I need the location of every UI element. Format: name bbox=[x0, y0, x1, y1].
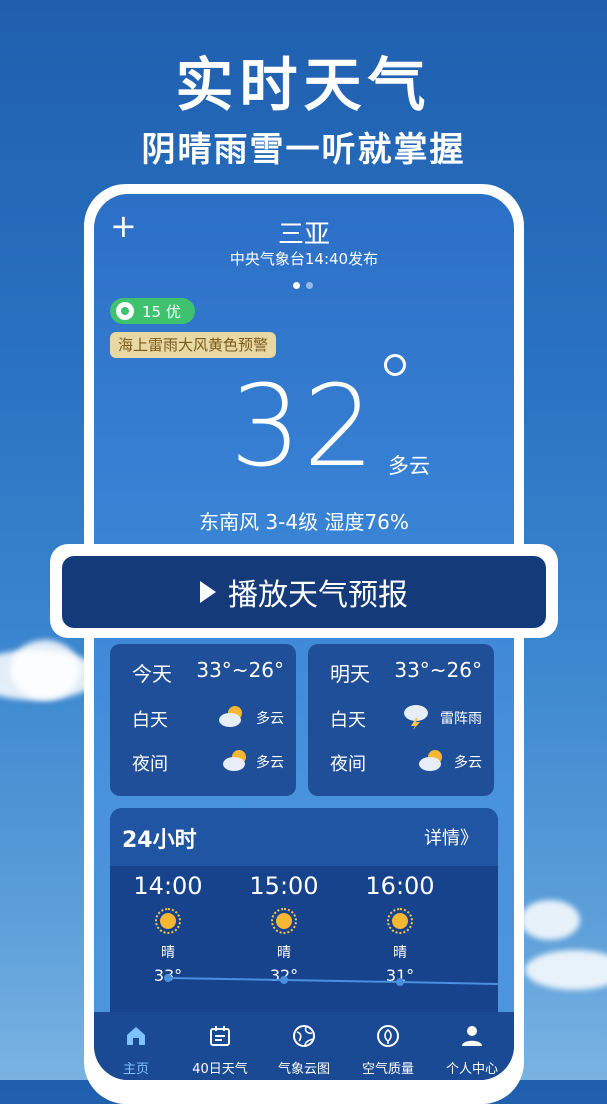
promo-title: 实时天气 bbox=[175, 51, 432, 119]
hour-time: 16:00 bbox=[365, 872, 435, 900]
play-icon bbox=[200, 581, 216, 603]
weather-warning-badge[interactable]: 海上雷雨大风黄色预警 bbox=[110, 332, 277, 358]
day-name: 今天 bbox=[132, 662, 172, 686]
tab-40day[interactable]: 40日天气 bbox=[178, 1012, 262, 1080]
night-label: 夜间 bbox=[330, 754, 366, 775]
sun-icon bbox=[387, 908, 413, 934]
page-dot bbox=[306, 282, 313, 289]
tab-label: 主页 bbox=[122, 1062, 149, 1077]
sun-icon bbox=[271, 908, 297, 934]
hour-weather: 晴 bbox=[277, 945, 291, 961]
play-forecast-button[interactable]: 播放天气预报 bbox=[62, 556, 546, 628]
day-label: 白天 bbox=[330, 710, 366, 731]
earth-icon bbox=[116, 302, 134, 320]
publish-info: 中央气象台14:40发布 bbox=[229, 250, 379, 268]
partly-cloudy-icon bbox=[419, 750, 442, 771]
tab-profile[interactable]: 个人中心 bbox=[430, 1012, 514, 1080]
aqi-value: 15 优 bbox=[142, 302, 181, 321]
sun-icon bbox=[155, 908, 181, 934]
tab-air-quality[interactable]: 空气质量 bbox=[346, 1012, 430, 1080]
aqi-badge[interactable]: 15 优 bbox=[110, 298, 195, 324]
leaf-icon bbox=[377, 1025, 399, 1047]
tab-home[interactable]: 主页 bbox=[94, 1012, 178, 1080]
hour-item-partial: 1 bbox=[458, 866, 498, 900]
calendar-icon bbox=[210, 1026, 230, 1046]
background-cloud bbox=[525, 950, 607, 990]
tab-label: 气象云图 bbox=[277, 1062, 330, 1077]
hourly-header: 24小时 详情》 bbox=[110, 808, 498, 866]
partly-cloudy-icon bbox=[223, 750, 246, 771]
person-icon bbox=[462, 1026, 482, 1046]
tab-label: 个人中心 bbox=[445, 1062, 498, 1077]
tomorrow-card[interactable]: 明天 33°~26° 白天 雷阵雨 夜间 多云 bbox=[308, 644, 494, 796]
home-icon bbox=[127, 1027, 145, 1045]
hourly-details-link[interactable]: 详情》 bbox=[424, 824, 478, 850]
today-card[interactable]: 今天 33°~26° 白天 多云 夜间 多云 bbox=[110, 644, 296, 796]
hourly-title: 24小时 bbox=[122, 828, 197, 853]
page-dot-active bbox=[293, 282, 300, 289]
trend-point bbox=[396, 978, 404, 986]
tab-label: 40日天气 bbox=[192, 1062, 248, 1077]
wind-humidity: 东南风 3-4级 湿度76% bbox=[199, 510, 409, 534]
globe-icon bbox=[293, 1025, 315, 1047]
hour-weather: 晴 bbox=[161, 945, 175, 961]
city-name[interactable]: 三亚 bbox=[94, 214, 514, 251]
hour-weather: 晴 bbox=[393, 945, 407, 961]
promo-subtitle: 阴晴雨雪一听就掌握 bbox=[141, 130, 466, 170]
play-forecast-label: 播放天气预报 bbox=[228, 578, 408, 613]
night-label: 夜间 bbox=[132, 754, 168, 775]
current-temperature: 32 bbox=[230, 362, 377, 492]
night-condition: 多云 bbox=[256, 755, 284, 771]
hour-time: 15:00 bbox=[249, 872, 319, 900]
temperature-trend-line bbox=[164, 974, 498, 986]
day-condition: 雷阵雨 bbox=[440, 711, 482, 727]
current-condition: 多云 bbox=[388, 454, 430, 478]
bottom-tab-bar: 主页 40日天气 气象云图 空气质量 个人中心 bbox=[94, 1012, 514, 1080]
hour-time: 14:00 bbox=[133, 872, 203, 900]
background-cloud bbox=[520, 900, 580, 940]
temp-range: 33°~26° bbox=[394, 658, 482, 682]
trend-point bbox=[164, 974, 172, 982]
tab-label: 空气质量 bbox=[361, 1062, 414, 1077]
day-label: 白天 bbox=[132, 710, 168, 731]
page-indicator bbox=[290, 274, 316, 293]
trend-point bbox=[280, 976, 288, 984]
day-name: 明天 bbox=[330, 662, 370, 686]
degree-icon bbox=[384, 354, 406, 376]
tab-cloud-map[interactable]: 气象云图 bbox=[262, 1012, 346, 1080]
background-cloud bbox=[10, 640, 80, 700]
night-condition: 多云 bbox=[454, 755, 482, 771]
thunderstorm-icon bbox=[404, 705, 428, 730]
hour-time-partial: 1 bbox=[458, 872, 498, 900]
partly-cloudy-icon bbox=[219, 706, 242, 727]
temp-range: 33°~26° bbox=[196, 658, 284, 682]
day-condition: 多云 bbox=[256, 711, 284, 727]
